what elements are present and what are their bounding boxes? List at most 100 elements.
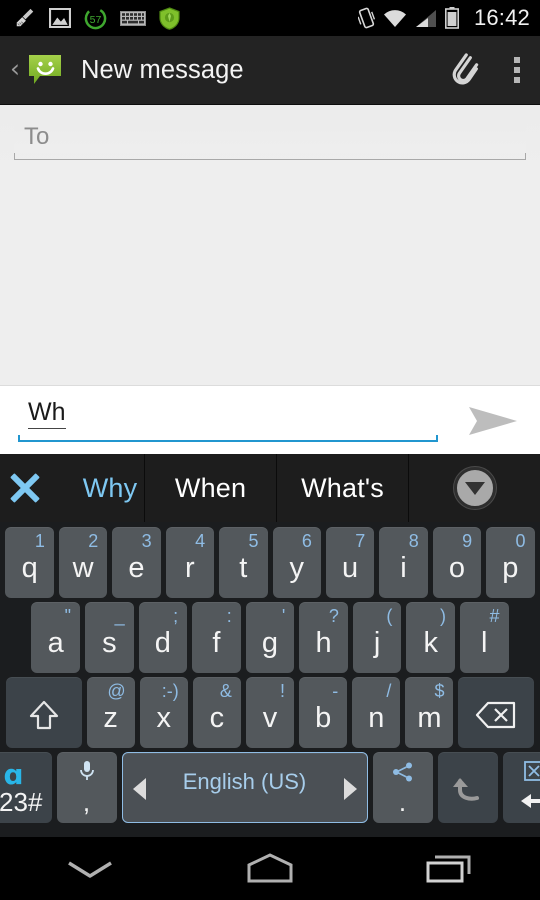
key-l[interactable]: # l <box>459 602 509 673</box>
system-navigation-bar <box>0 837 540 900</box>
period-key-label: . <box>398 787 407 817</box>
key-q[interactable]: 1q <box>5 527 54 598</box>
key-p[interactable]: 0p <box>486 527 535 598</box>
key-k[interactable]: ) k <box>406 602 455 673</box>
key-main-r: r <box>185 552 195 584</box>
key-alt-y: 6 <box>301 531 312 551</box>
suggestion-0[interactable]: Why <box>0 454 146 522</box>
undo-icon <box>452 778 479 801</box>
key-alt-v: ! <box>280 681 286 701</box>
key-j[interactable]: (j <box>352 602 402 673</box>
key-y[interactable]: 6y <box>272 527 321 598</box>
key-alt-f: : <box>226 606 232 626</box>
action-bar-actions <box>446 50 526 91</box>
antivirus-shield-icon <box>159 6 180 30</box>
key-b[interactable]: -b <box>299 677 348 748</box>
wifi-icon <box>383 9 406 27</box>
space-key-language-label: English (US) <box>182 769 307 794</box>
key-main-o: o <box>448 552 465 584</box>
send-button[interactable] <box>462 400 524 442</box>
paperclip-icon[interactable] <box>446 50 482 91</box>
undo-key[interactable] <box>437 752 498 823</box>
suggestion-label-2: What's <box>301 472 384 503</box>
key-alt-q: 1 <box>34 531 45 551</box>
key-w[interactable]: 2w <box>58 527 108 598</box>
key-alt-k: ) <box>439 606 446 626</box>
key-a[interactable]: " a <box>31 602 81 673</box>
key-e[interactable]: 3e <box>112 527 161 598</box>
next-language-icon[interactable] <box>343 778 357 800</box>
recents-button[interactable] <box>360 852 540 886</box>
key-h[interactable]: ? h <box>299 602 348 673</box>
key-main-u: u <box>342 552 359 584</box>
key-main-g: g <box>261 627 279 659</box>
space-key[interactable]: English (US) <box>121 752 368 823</box>
key-main-w: w <box>72 552 94 584</box>
key-alt-h: ? <box>328 606 339 626</box>
page-title: New message <box>81 55 244 84</box>
key-f[interactable]: :f <box>192 602 241 673</box>
period-key[interactable]: . <box>372 752 433 823</box>
key-o[interactable]: 9o <box>432 527 482 598</box>
keyboard-row-2: " a _ s ; d :f ' g ? h (j ) k # l <box>3 602 537 673</box>
key-alt-u: 7 <box>355 531 366 551</box>
hide-keyboard-icon <box>68 861 112 878</box>
key-alt-m: $ <box>434 681 445 701</box>
clipboard-cut-icon <box>503 758 540 787</box>
key-v[interactable]: ! v <box>245 677 295 748</box>
home-button[interactable] <box>180 852 360 886</box>
key-alt-r: 4 <box>195 531 206 551</box>
expand-suggestions-button[interactable] <box>409 454 540 522</box>
key-d[interactable]: ; d <box>138 602 188 673</box>
key-alt-e: 3 <box>141 531 152 551</box>
conversation-list[interactable] <box>0 179 540 386</box>
key-c[interactable]: & c <box>192 677 241 748</box>
battery-icon <box>444 7 459 29</box>
message-input-underline-mask <box>18 398 438 435</box>
key-n[interactable]: / n <box>352 677 401 748</box>
key-i[interactable]: 8i <box>379 527 428 598</box>
key-main-i: i <box>400 552 407 584</box>
key-g[interactable]: ' g <box>245 602 295 673</box>
key-s[interactable]: _ s <box>85 602 134 673</box>
symbols-key-label: 123# <box>0 787 43 817</box>
keyboard-active-icon <box>120 10 146 26</box>
shift-key[interactable] <box>5 677 82 748</box>
key-main-c: c <box>209 702 225 734</box>
close-suggestions-icon[interactable] <box>7 470 43 506</box>
cellular-signal-icon <box>415 9 436 27</box>
status-bar-left-icons: 57 <box>14 6 180 30</box>
back-chevron-icon[interactable]: ‹ <box>6 56 24 84</box>
message-input[interactable]: Wh <box>28 398 66 429</box>
cleaner-broom-icon <box>16 8 34 27</box>
keyboard-row-4: ɑ 123# , English (US) <box>0 752 540 823</box>
key-main-j: j <box>373 627 381 659</box>
suggestion-label-1: When <box>174 472 247 503</box>
key-r[interactable]: 4r <box>165 527 215 598</box>
home-icon <box>247 852 293 882</box>
key-main-z: z <box>103 702 118 734</box>
key-m[interactable]: $ m <box>405 677 454 748</box>
suggestion-2[interactable]: What's <box>277 454 410 522</box>
key-alt-g: ' <box>281 606 286 626</box>
expand-suggestions-icon <box>453 467 496 509</box>
comma-key[interactable]: , <box>56 752 117 823</box>
suggestion-strip: Why When What's <box>0 454 540 522</box>
battery-saver-count: 57 <box>90 13 102 25</box>
key-main-y: y <box>289 552 304 584</box>
enter-key[interactable] <box>502 752 540 823</box>
hide-keyboard-button[interactable] <box>0 854 180 884</box>
keyboard-row-3: @ z :-) x & c ! v -b / n $ m <box>3 677 537 748</box>
key-z[interactable]: @ z <box>86 677 135 748</box>
symbols-key[interactable]: ɑ 123# <box>0 752 52 823</box>
suggestion-1[interactable]: When <box>145 454 278 522</box>
overflow-menu-icon[interactable] <box>508 53 526 87</box>
key-u[interactable]: 7u <box>325 527 375 598</box>
key-t[interactable]: 5t <box>219 527 268 598</box>
key-x[interactable]: :-) x <box>139 677 188 748</box>
key-alt-a: " <box>64 606 72 626</box>
backspace-key[interactable] <box>458 677 535 748</box>
recipient-input[interactable]: To <box>24 123 49 151</box>
key-alt-d: ; <box>173 606 179 626</box>
key-alt-w: 2 <box>88 531 99 551</box>
